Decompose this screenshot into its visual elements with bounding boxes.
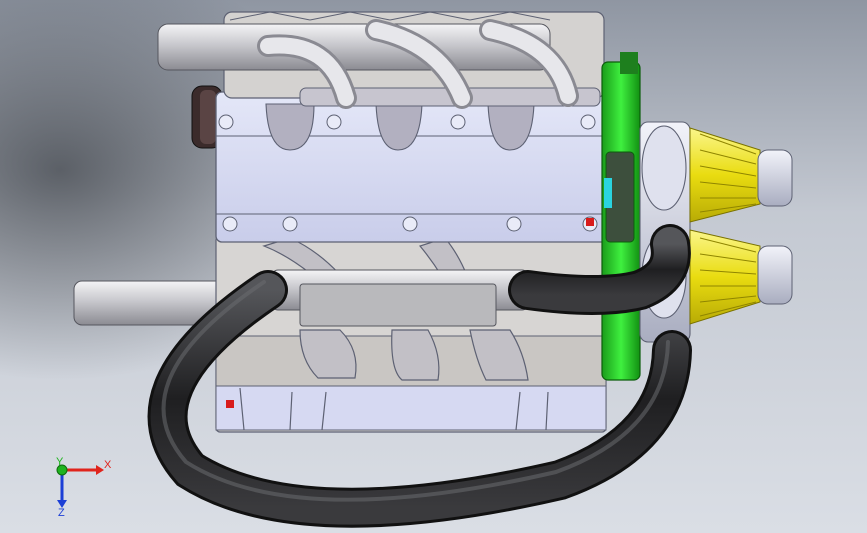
x-axis-label: X (104, 459, 112, 471)
cylinder-head[interactable] (215, 91, 609, 243)
air-filter-lower[interactable] (689, 229, 793, 325)
air-filter-upper[interactable] (689, 127, 793, 223)
timing-pulley[interactable] (601, 52, 641, 381)
crossover-tube[interactable] (271, 269, 529, 327)
engine-model[interactable]: X Y Z (0, 0, 867, 533)
z-axis-label: Z (58, 507, 65, 519)
y-axis-label: Y (56, 456, 64, 468)
reference-triad: X Y Z (56, 456, 112, 519)
3d-viewport[interactable]: X Y Z (0, 0, 867, 533)
